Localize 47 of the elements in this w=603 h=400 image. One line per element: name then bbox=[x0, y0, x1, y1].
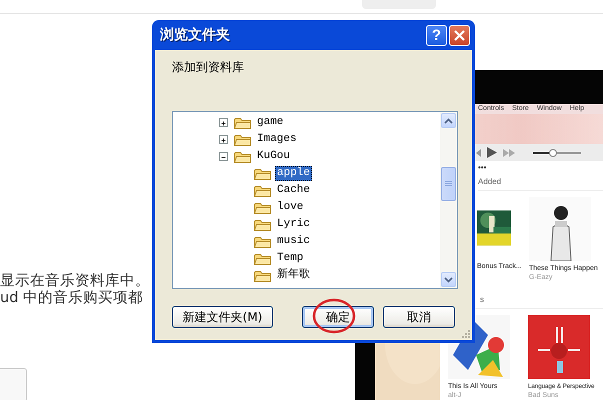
tree-item[interactable]: love bbox=[275, 200, 306, 215]
help-button[interactable]: ? bbox=[426, 24, 447, 46]
plus-icon bbox=[220, 136, 227, 145]
expander-button[interactable] bbox=[219, 135, 228, 144]
dialog-button[interactable]: 新建文件夹(M) bbox=[172, 306, 273, 328]
folder-icon bbox=[254, 234, 271, 248]
tree-item[interactable]: Temp bbox=[275, 251, 306, 266]
text-line: 显示在音乐资料库中。 bbox=[0, 273, 150, 290]
folder-icon bbox=[234, 116, 251, 130]
folder-icon bbox=[254, 200, 271, 214]
slider-thumb[interactable] bbox=[549, 148, 558, 157]
folder-icon bbox=[254, 268, 271, 282]
scroll-down-button[interactable] bbox=[441, 272, 456, 287]
section-heading: Added bbox=[478, 176, 603, 191]
scrollbar[interactable] bbox=[440, 112, 457, 288]
expander-button[interactable] bbox=[219, 152, 228, 161]
folder-icon bbox=[254, 166, 271, 180]
window-title: 浏览文件夹 bbox=[160, 26, 231, 44]
expander-button[interactable] bbox=[219, 118, 228, 127]
tree-item[interactable]: Images bbox=[255, 132, 299, 147]
tree-item[interactable]: KuGou bbox=[255, 149, 292, 164]
dialog-button[interactable]: 确定 bbox=[302, 306, 374, 328]
tree-item[interactable]: game bbox=[255, 115, 286, 130]
close-icon bbox=[454, 30, 465, 40]
folder-icon bbox=[254, 252, 271, 266]
next-icon bbox=[503, 148, 515, 157]
tree-item[interactable]: apple bbox=[275, 166, 312, 181]
folder-icon bbox=[234, 150, 251, 164]
tree-item[interactable]: Cache bbox=[275, 183, 312, 198]
scroll-thumb[interactable] bbox=[441, 167, 456, 201]
folder-icon bbox=[254, 184, 271, 198]
tree-item[interactable]: music bbox=[275, 234, 312, 249]
text-line: ud 中的音乐购买项都 bbox=[0, 290, 144, 307]
tree-item[interactable]: Lyric bbox=[275, 217, 312, 232]
folder-icon bbox=[254, 218, 271, 232]
dialog-button[interactable]: 取消 bbox=[383, 306, 455, 328]
volume-slider[interactable] bbox=[533, 152, 581, 154]
tree-item[interactable]: 新年歌 bbox=[275, 268, 312, 283]
more-button[interactable]: ••• bbox=[478, 163, 486, 172]
plus-icon bbox=[220, 119, 227, 128]
play-icon bbox=[487, 147, 497, 158]
grip-lines-icon bbox=[445, 181, 452, 187]
scroll-up-button[interactable] bbox=[441, 113, 456, 128]
resize-grip-icon bbox=[460, 328, 470, 338]
prompt-text: 添加到资料库 bbox=[172, 60, 244, 75]
folder-icon bbox=[234, 132, 251, 146]
close-button[interactable] bbox=[449, 24, 470, 46]
